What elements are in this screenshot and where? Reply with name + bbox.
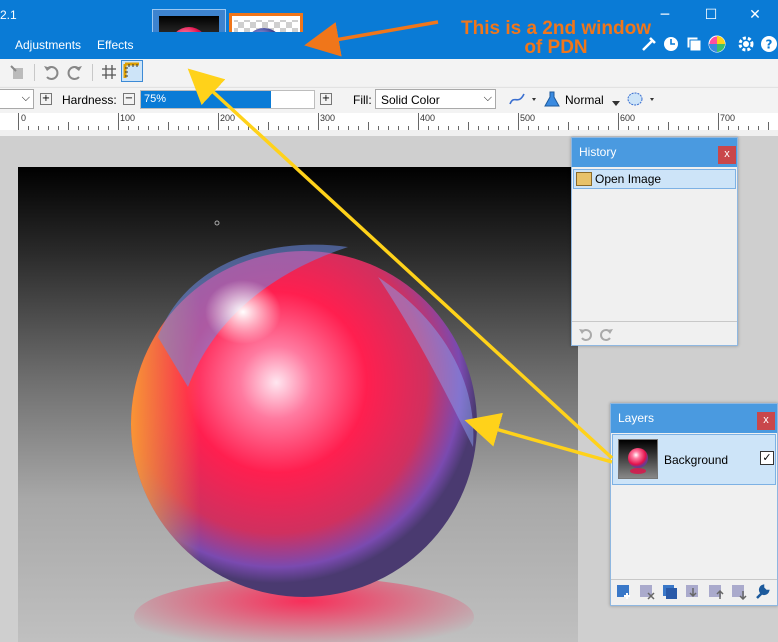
ruler-tick [668,122,669,130]
annotation-text: This is a 2nd window of PDN [440,19,672,57]
ruler-tick [118,113,119,130]
history-close-button[interactable]: x [718,146,736,164]
layers-panel: Layers x Background ✓ [610,403,778,606]
redo-icon[interactable] [66,63,84,81]
ruler-label: 500 [520,113,536,123]
move-layer-down-icon[interactable] [731,584,747,601]
undo-icon[interactable] [42,63,60,81]
layer-properties-wrench-icon[interactable] [754,584,770,600]
settings-gear-icon[interactable] [737,35,755,53]
ruler-label: 400 [420,113,436,123]
ruler-label: 300 [320,113,336,123]
chevron-down-icon[interactable] [612,96,620,106]
increase-size-button[interactable]: + [40,93,52,105]
duplicate-layer-icon[interactable] [662,584,678,600]
menu-effects[interactable]: Effects [97,38,133,52]
hardness-slider[interactable]: 75% [140,90,315,109]
ruler-tick [168,122,169,130]
window-title: 2.1 [0,8,17,22]
glass-sphere-image [131,220,477,642]
annotation-line-1: This is a 2nd window [460,18,652,39]
history-panel-title: History [579,145,617,159]
selection-mode-icon[interactable] [626,90,658,108]
delete-layer-icon[interactable] [639,584,655,600]
fill-value: Solid Color [381,93,440,107]
colors-window-icon[interactable] [708,35,726,53]
close-button[interactable]: ✕ [732,0,778,32]
increase-hardness-button[interactable]: + [320,93,332,105]
toolbar-separator [92,64,93,81]
help-icon[interactable]: ? [760,35,778,53]
layer-name: Background [664,453,729,467]
antialiasing-icon[interactable] [508,90,538,108]
history-footer [572,321,737,345]
svg-text:?: ? [766,38,773,52]
image-canvas[interactable] [18,167,578,642]
fill-label: Fill: [353,93,372,107]
horizontal-ruler [0,113,778,131]
history-list: Open Image [572,168,737,320]
ruler-label: 700 [720,113,736,123]
layers-panel-title: Layers [618,411,655,425]
ruler-tick [318,113,319,130]
decrease-hardness-button[interactable]: − [123,93,135,105]
ruler-label: 0 [21,113,27,123]
layer-visibility-checkbox[interactable]: ✓ [760,451,774,465]
ruler-tick [268,122,269,130]
ruler-tick [368,122,369,130]
maximize-button[interactable]: ☐ [688,0,734,32]
history-item-label: Open Image [595,172,662,186]
blend-mode-value[interactable]: Normal [565,93,604,107]
move-layer-up-icon[interactable] [708,584,724,600]
ruler-tick [468,122,469,130]
history-panel-header[interactable]: History [572,138,737,167]
chevron-down-icon: ⌵ [483,91,492,104]
ruler-tick [518,113,519,130]
ruler-tick [568,122,569,130]
chevron-down-icon: ⌵ [21,91,30,104]
fill-dropdown[interactable]: Solid Color ⌵ [375,89,496,109]
history-redo-icon[interactable] [598,326,614,342]
menu-adjustments[interactable]: Adjustments [15,38,81,52]
ruler-tick [68,122,69,130]
annotation-line-2: of PDN [524,37,588,58]
layer-thumbnail [618,439,658,479]
brush-size-dropdown[interactable]: ⌵ [0,89,34,109]
toolbar-separator [34,64,35,81]
hardness-label: Hardness: [62,93,117,107]
grid-icon[interactable] [100,63,118,81]
rulers-toggle-icon[interactable] [121,60,143,82]
open-image-icon [576,172,592,186]
blend-mode-flask-icon[interactable] [543,90,561,108]
layers-footer [611,579,777,605]
history-undo-icon[interactable] [578,326,594,342]
layers-panel-header[interactable]: Layers [611,404,777,433]
ruler-label: 100 [120,113,136,123]
ruler-tick [218,113,219,130]
ruler-tick [768,122,769,130]
ruler-spacer [0,130,778,135]
ruler-tick [18,113,19,130]
add-layer-icon[interactable] [616,584,632,600]
ruler-label: 200 [220,113,236,123]
ruler-tick [718,113,719,130]
merge-layer-down-icon[interactable] [685,584,701,600]
layers-close-button[interactable]: x [757,412,775,430]
paste-icon[interactable] [8,63,26,81]
layers-window-icon[interactable] [685,35,703,53]
history-panel: History x Open Image [571,137,738,346]
ruler-tick [418,113,419,130]
hardness-value: 75% [144,93,167,105]
layer-row[interactable]: Background ✓ [612,434,776,485]
ruler-tick [618,113,619,130]
history-item[interactable]: Open Image [573,169,736,189]
ruler-label: 600 [620,113,636,123]
